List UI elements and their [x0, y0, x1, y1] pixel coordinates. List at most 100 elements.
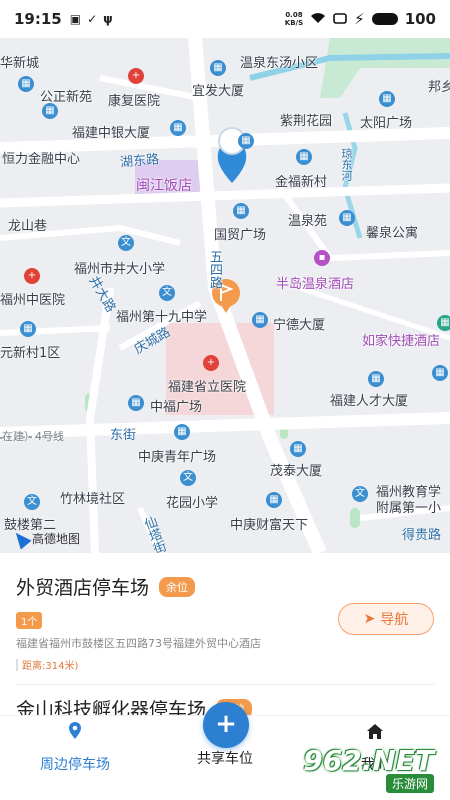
parking-lot-card[interactable]: 外贸酒店停车场 余位 1个 福建省福州市鼓楼区五四路73号福建外贸中心酒店 距离…: [0, 553, 450, 672]
building-poi-icon: ▦: [238, 133, 254, 149]
status-time: 19:15: [14, 10, 62, 28]
building-poi-icon: ▦: [20, 321, 36, 337]
building-poi-icon: ▦: [437, 315, 450, 331]
map-label: 琼东河: [340, 148, 353, 181]
watermark-logo: 962.NET 乐游网: [303, 744, 444, 794]
map-label: 龙山巷: [8, 219, 48, 234]
map-label: 在建）4号线: [2, 430, 64, 443]
navigate-label: 导航: [380, 612, 409, 628]
building-poi-icon: ▦: [42, 103, 58, 119]
map-label: 福建省立医院: [168, 380, 247, 395]
tab-label: 共享车位: [197, 751, 253, 767]
map-label: 康复医院: [108, 94, 161, 109]
map-label: 紫荆花园: [280, 114, 333, 129]
status-notification-icons: ▣ ✓ ψ: [70, 12, 113, 26]
parking-lot-list[interactable]: 外贸酒店停车场 余位 1个 福建省福州市鼓楼区五四路73号福建外贸中心酒店 距离…: [0, 553, 450, 715]
net-speed: 0.08 KB/S: [285, 11, 303, 27]
charging-icon: ⚡: [354, 10, 365, 28]
map-label: 宁德大厦: [273, 318, 326, 333]
navigate-arrow-icon: ➤: [363, 611, 376, 627]
lot-name: 外贸酒店停车场: [16, 577, 150, 599]
building-poi-icon: ▦: [432, 365, 448, 381]
status-bar: 19:15 ▣ ✓ ψ 0.08 KB/S ⚡ 100: [0, 0, 450, 38]
map-label: 如家快捷酒店: [362, 334, 441, 349]
map-label: 馨泉公寓: [366, 226, 419, 241]
battery-level: 100: [404, 10, 436, 28]
tab-nearby-parking[interactable]: 周边停车场: [0, 722, 150, 774]
check-circle-icon: ✓: [87, 12, 98, 26]
map-label: 福建人才大厦: [330, 394, 409, 409]
building-poi-icon: ▦: [128, 395, 144, 411]
android-icon: ▣: [69, 12, 82, 26]
map-label: 东街: [110, 428, 137, 443]
net-speed-value: 0.08: [285, 11, 303, 19]
map-label: 公正新苑: [40, 90, 93, 105]
list-divider: [16, 684, 434, 685]
map-label: 邦乡: [428, 80, 450, 95]
watermark-subtext: 乐游网: [385, 774, 434, 793]
navigate-button[interactable]: ➤ 导航: [338, 603, 434, 635]
battery-icon: [371, 13, 398, 25]
map-label: 花园小学: [166, 496, 219, 511]
tab-share-spot[interactable]: 共享车位: [150, 738, 300, 768]
building-poi-icon: ▦: [174, 424, 190, 440]
amap-logo-text: 高德地图: [32, 532, 81, 546]
school-poi-icon: 文: [159, 285, 175, 301]
map-label: 华新城: [0, 56, 40, 71]
map-label: 中庚青年广场: [138, 450, 217, 465]
hospital-poi-icon: +: [203, 355, 219, 371]
space-count-badge: 1个: [16, 612, 43, 629]
lot-address: 福建省福州市鼓楼区五四路73号福建外贸中心酒店: [16, 637, 261, 650]
building-poi-icon: ▦: [296, 149, 312, 165]
distance-divider: [16, 658, 18, 671]
lot-name: 金山科技孵化器停车场: [16, 699, 207, 715]
map-label: 金福新村: [275, 175, 328, 190]
distance-text: 距离:314米): [22, 661, 79, 672]
map-label: 温泉东汤小区: [240, 56, 319, 71]
lot-title-row: 外贸酒店停车场 余位: [16, 573, 434, 600]
map-label: 温泉苑: [288, 214, 328, 229]
building-poi-icon: ▦: [339, 210, 355, 226]
school-poi-icon: 文: [352, 486, 368, 502]
watermark-text: 962.NET: [303, 744, 434, 777]
map-label: 附属第一小: [376, 501, 442, 516]
building-poi-icon: ▦: [368, 371, 384, 387]
building-poi-icon: ▦: [252, 312, 268, 328]
map-label: 半岛温泉酒店: [276, 277, 355, 292]
map-label: 竹林境社区: [60, 492, 126, 507]
map-label: 中庚财富天下: [230, 518, 309, 533]
map-label: 闽江饭店: [136, 178, 192, 194]
map-label: 太阳广场: [360, 116, 413, 131]
hospital-poi-icon: +: [128, 68, 144, 84]
map-label: 福州市井大小学: [74, 262, 166, 277]
map-label: 元新村1区: [0, 346, 61, 361]
building-poi-icon: ▦: [170, 120, 186, 136]
net-speed-unit: KB/S: [284, 19, 304, 27]
wifi-icon: [310, 10, 326, 28]
school-poi-icon: 文: [180, 470, 196, 486]
map-view[interactable]: ▦ ▦ + ▦ ▦ ▦ ▦ ▦ ▦ ▦ 文 ▪ + 文 ▦ ▦ ▦ + ▦ ▦ …: [0, 38, 450, 553]
bottom-navigation: 周边停车场 + 共享车位 我的 962.NET 乐游网: [0, 702, 450, 800]
school-poi-icon: 文: [118, 235, 134, 251]
map-label: 福建中银大厦: [72, 126, 151, 141]
map-label: 福州中医院: [0, 293, 66, 308]
map-label: 得贵路: [402, 528, 442, 543]
hotel-poi-icon: ▪: [314, 250, 330, 266]
status-right: 0.08 KB/S ⚡ 100: [285, 10, 436, 28]
map-label: 国贸广场: [214, 228, 267, 243]
building-poi-icon: ▦: [290, 441, 306, 457]
building-poi-icon: ▦: [18, 76, 34, 92]
navigation-arrow-icon: [10, 527, 32, 550]
location-pin-icon: [68, 722, 82, 744]
lot-distance: 距离:314米): [16, 657, 434, 672]
availability-badge: 余位: [159, 576, 196, 597]
building-poi-icon: ▦: [233, 203, 249, 219]
building-poi-icon: ▦: [379, 91, 395, 107]
map-label: 茂泰大厦: [270, 464, 323, 479]
amap-logo: 高德地图: [10, 527, 81, 550]
tab-label: 周边停车场: [40, 757, 110, 773]
home-icon: [365, 722, 385, 744]
building-poi-icon: ▦: [266, 492, 282, 508]
screen-icon: [333, 10, 347, 28]
usb-icon: ψ: [103, 12, 113, 26]
